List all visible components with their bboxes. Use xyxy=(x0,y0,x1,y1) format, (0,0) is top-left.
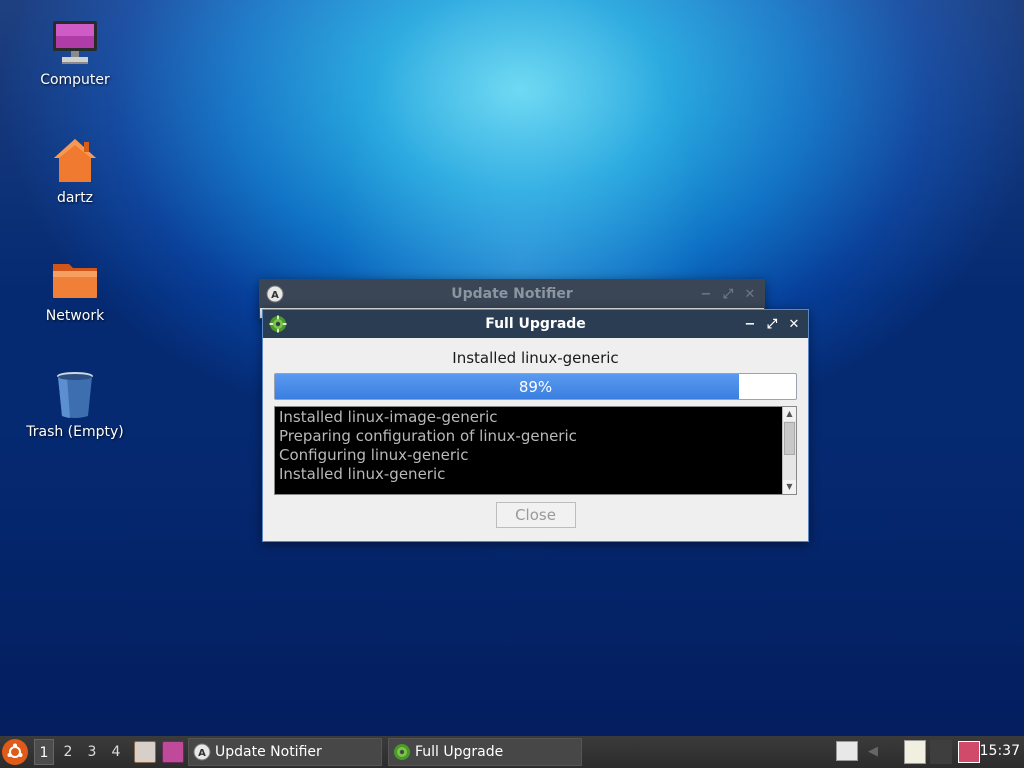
desktop-icon-label: dartz xyxy=(56,190,94,206)
desktop-icon-trash[interactable]: Trash (Empty) xyxy=(20,370,130,440)
desktop-icon-label: Computer xyxy=(40,72,110,88)
scroll-up-icon[interactable]: ▲ xyxy=(783,407,796,421)
full-upgrade-titlebar[interactable]: Full Upgrade − ⤢ ✕ xyxy=(263,310,808,338)
taskbar: 1 2 3 4 A Update Notifier Full Upgrade ◀… xyxy=(0,736,1024,768)
desktop-icon-label: Network xyxy=(45,308,105,324)
task-label: Full Upgrade xyxy=(415,744,504,760)
home-folder-icon xyxy=(50,136,100,186)
workspace-2[interactable]: 2 xyxy=(58,739,78,765)
window-title: Update Notifier xyxy=(451,286,573,302)
workspace-4[interactable]: 4 xyxy=(106,739,126,765)
maximize-icon[interactable]: ⤢ xyxy=(764,316,780,332)
scroll-down-icon[interactable]: ▼ xyxy=(783,480,796,494)
upgrade-progress-bar: 89% xyxy=(274,373,797,400)
log-scrollbar[interactable]: ▲ ▼ xyxy=(782,407,796,494)
browser-icon[interactable] xyxy=(162,741,184,763)
volume-icon[interactable]: ◀ xyxy=(868,744,884,760)
workspace-1[interactable]: 1 xyxy=(34,739,54,765)
minimize-icon[interactable]: − xyxy=(742,316,758,332)
task-full-upgrade[interactable]: Full Upgrade xyxy=(388,738,582,766)
computer-icon xyxy=(50,18,100,68)
desktop-icon-computer[interactable]: Computer xyxy=(20,18,130,88)
close-button[interactable]: Close xyxy=(495,502,576,528)
update-notifier-titlebar[interactable]: A Update Notifier − ⤢ ✕ xyxy=(260,280,764,308)
desktop-icon-network[interactable]: Network xyxy=(20,254,130,324)
log-line: Installed linux-image-generic xyxy=(279,408,498,426)
task-update-notifier[interactable]: A Update Notifier xyxy=(188,738,382,766)
clock[interactable]: 15:37 xyxy=(980,743,1020,759)
minimize-icon[interactable]: − xyxy=(698,286,714,302)
desktop-icon-home[interactable]: dartz xyxy=(20,136,130,206)
svg-text:A: A xyxy=(198,748,206,759)
close-icon[interactable]: ✕ xyxy=(742,286,758,302)
progress-label: 89% xyxy=(518,378,553,396)
close-icon[interactable]: ✕ xyxy=(786,316,802,332)
log-line: Installed linux-generic xyxy=(279,465,446,483)
upgrade-status: Installed linux-generic xyxy=(452,349,619,367)
screenshot-tool-icon[interactable] xyxy=(958,741,980,763)
desktop-icon-label: Trash (Empty) xyxy=(26,424,124,440)
network-indicator-icon[interactable] xyxy=(930,740,952,764)
scroll-thumb[interactable] xyxy=(784,422,795,455)
menu-button[interactable] xyxy=(2,739,28,765)
upgrade-log[interactable]: Installed linux-image-generic Preparing … xyxy=(274,406,797,495)
updater-app-icon: A xyxy=(193,743,211,761)
log-line: Preparing configuration of linux-generic xyxy=(279,427,577,445)
full-upgrade-window[interactable]: Full Upgrade − ⤢ ✕ Installed linux-gener… xyxy=(262,309,809,542)
gear-icon xyxy=(393,743,411,761)
window-title: Full Upgrade xyxy=(485,316,586,332)
trash-icon xyxy=(50,370,100,420)
file-manager-icon[interactable] xyxy=(134,741,156,763)
clipboard-icon[interactable] xyxy=(904,740,926,764)
drive-icon[interactable] xyxy=(836,741,858,761)
task-label: Update Notifier xyxy=(215,744,322,760)
workspace-3[interactable]: 3 xyxy=(82,739,102,765)
maximize-icon[interactable]: ⤢ xyxy=(720,286,736,302)
log-line: Configuring linux-generic xyxy=(279,446,469,464)
app-menu-icon xyxy=(7,743,23,758)
folder-icon xyxy=(50,254,100,304)
